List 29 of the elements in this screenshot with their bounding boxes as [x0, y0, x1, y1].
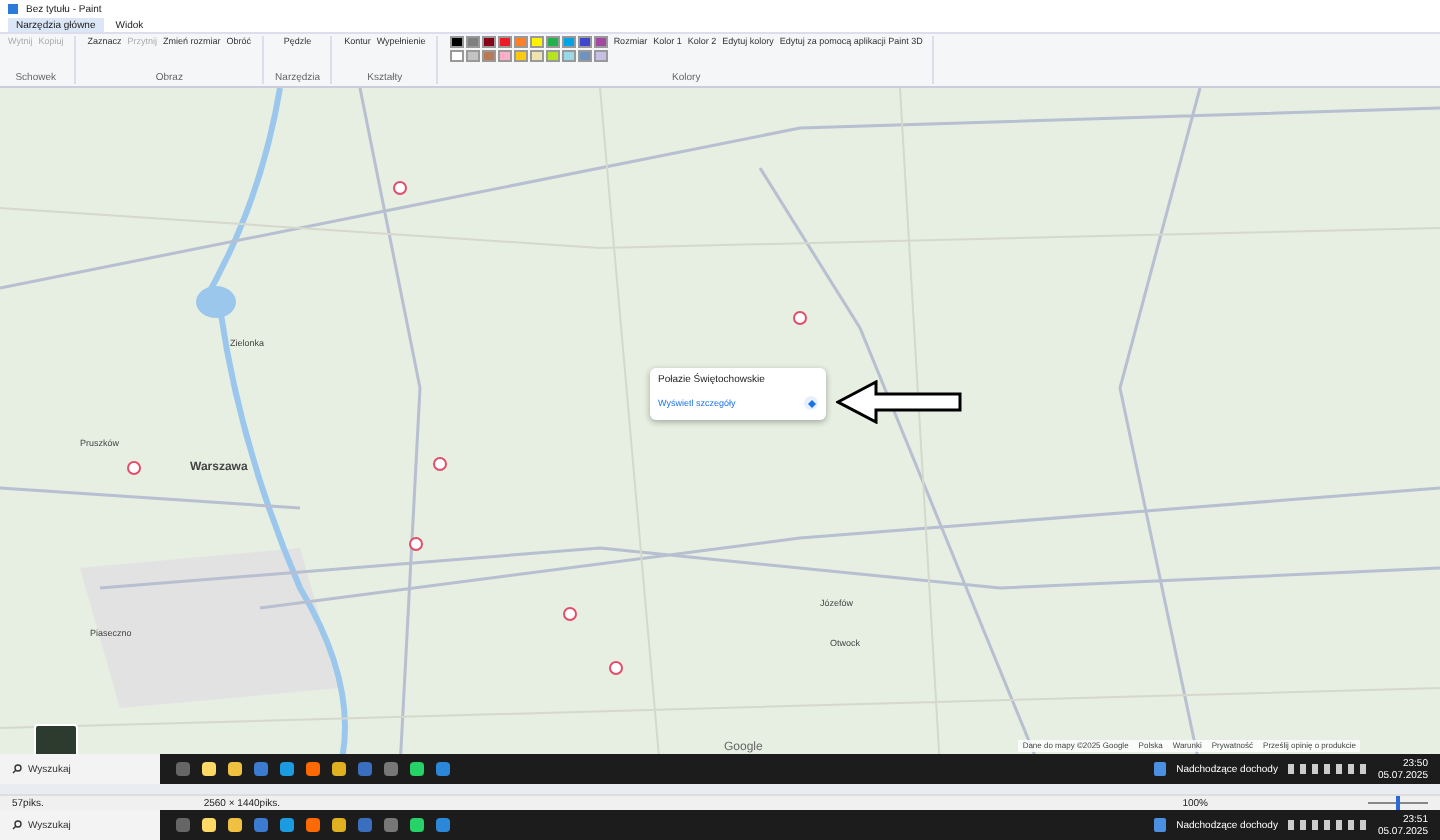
- color-swatch[interactable]: [561, 36, 576, 48]
- weather-icon: [1154, 818, 1167, 832]
- search-icon: [12, 764, 22, 774]
- color-swatch[interactable]: [465, 50, 480, 62]
- tray-icons[interactable]: [1287, 764, 1368, 774]
- color-swatch[interactable]: [529, 50, 544, 62]
- color-swatch[interactable]: [449, 36, 464, 48]
- color-swatch[interactable]: [577, 50, 592, 62]
- color-swatch[interactable]: [513, 50, 528, 62]
- color-swatch[interactable]: [593, 36, 608, 48]
- color-swatch[interactable]: [497, 50, 512, 62]
- weather-icon: [1154, 762, 1167, 776]
- search-icon: [12, 820, 22, 830]
- color-swatch[interactable]: [481, 36, 496, 48]
- color-swatch[interactable]: [481, 50, 496, 62]
- color-swatch[interactable]: [449, 50, 464, 62]
- color-swatch[interactable]: [545, 36, 560, 48]
- color-swatch[interactable]: [465, 36, 480, 48]
- color-swatch[interactable]: [545, 50, 560, 62]
- color-swatch[interactable]: [529, 36, 544, 48]
- color-swatch[interactable]: [497, 36, 512, 48]
- color-swatch[interactable]: [513, 36, 528, 48]
- color-swatch[interactable]: [577, 36, 592, 48]
- paint-icon: [8, 4, 18, 14]
- color-swatch[interactable]: [593, 50, 608, 62]
- tray-icons[interactable]: [1287, 820, 1368, 830]
- color-swatch[interactable]: [561, 50, 576, 62]
- arrow-drawing: [836, 380, 964, 424]
- directions-icon[interactable]: [804, 396, 818, 410]
